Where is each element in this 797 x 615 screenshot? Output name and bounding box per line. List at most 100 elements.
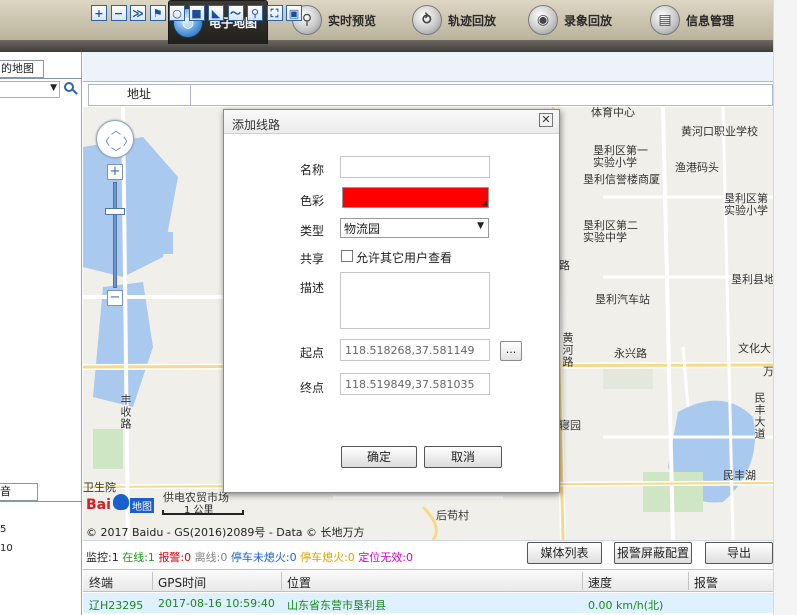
status-summary: 监控:1 在线:1 报警:0 离线:0 停车未熄火:0 停车熄火:0 定位无效:…	[86, 549, 413, 565]
tab-label: 轨迹回放	[448, 13, 497, 28]
color-label: 色彩	[300, 194, 325, 208]
divider	[688, 572, 689, 590]
map-label: 万	[763, 365, 773, 378]
map-toolbar	[83, 52, 773, 82]
map-label: 实验小学	[593, 156, 637, 169]
pick-point-button[interactable]: ...	[500, 341, 522, 361]
left-row-value: 10	[0, 543, 13, 554]
zoom-in-icon[interactable]: +	[91, 5, 107, 21]
map-label: 文化大	[738, 342, 771, 355]
flag-icon[interactable]: ⚑	[149, 5, 166, 21]
map-label: 卫生院	[83, 481, 116, 494]
cancel-button[interactable]: 取消	[424, 446, 502, 468]
close-icon[interactable]: ✕	[539, 113, 553, 127]
tab-video-playback[interactable]: ◉ 录象回放	[524, 3, 622, 37]
baidu-logo: Bai 地图	[86, 494, 158, 516]
search-icon[interactable]	[62, 80, 78, 98]
fullscreen-icon[interactable]: ⛶	[266, 5, 283, 21]
export-button[interactable]: 导出	[705, 542, 773, 564]
tab-realtime-preview[interactable]: ⚲ 实时预览	[288, 3, 386, 37]
confirm-button[interactable]: 确定	[341, 446, 417, 468]
stopped-engine-off-count: 停车熄火:0	[300, 551, 355, 564]
stopped-engine-on-count: 停车未熄火:0	[230, 551, 297, 564]
tab-info-management[interactable]: ▤ 信息管理	[646, 3, 744, 37]
left-panel-tab-2[interactable]: 音	[0, 483, 38, 501]
save-icon[interactable]: ▣	[286, 5, 302, 21]
map-label: 黄河路	[561, 332, 574, 368]
dialog-title: 添加线路	[232, 118, 281, 132]
start-point-label: 起点	[300, 346, 325, 360]
name-input[interactable]	[340, 156, 490, 178]
vertical-scrollbar[interactable]	[773, 0, 797, 615]
track-icon: ⥁	[412, 5, 442, 35]
chevron-right-icon[interactable]: 〉	[123, 133, 133, 148]
map-pan-control[interactable]: ︿ ﹀ 〈 〉	[96, 120, 134, 159]
column-header-speed[interactable]: 速度	[588, 574, 612, 591]
map-label: 渔港码头	[675, 161, 719, 174]
left-row-value: 5	[0, 524, 7, 535]
map-label: 垦利县地	[731, 273, 773, 286]
tab-label: 录象回放	[564, 13, 613, 28]
column-header-location[interactable]: 位置	[287, 574, 311, 591]
pan-icon[interactable]: ≫	[130, 5, 146, 21]
map-zoom-in-button[interactable]: +	[107, 164, 123, 180]
map-label: 民丰大道	[753, 392, 766, 440]
map-label: 垦利汽车站	[595, 293, 650, 306]
paw-icon	[113, 494, 129, 510]
divider	[0, 78, 82, 79]
chevron-up-icon[interactable]: ︿	[111, 122, 121, 137]
search-icon[interactable]: ⚲	[247, 5, 263, 21]
map-zoom-handle[interactable]	[105, 208, 125, 215]
polygon-icon[interactable]: ◣	[208, 5, 224, 21]
polyline-icon[interactable]: 〜	[227, 5, 244, 21]
left-panel-select[interactable]: ▼	[0, 81, 60, 98]
type-select[interactable]: 物流园 ▼	[340, 218, 489, 238]
chevron-down-icon[interactable]: ﹀	[111, 144, 121, 159]
divider	[0, 501, 82, 502]
tab-label: 信息管理	[686, 13, 735, 28]
end-point-label: 终点	[300, 381, 325, 395]
map-label: 后苟村	[436, 509, 469, 522]
name-label: 名称	[300, 163, 325, 177]
map-label: 垦利信誉楼商厦	[583, 173, 660, 186]
map-label: 黄河口职业学校	[681, 125, 758, 138]
share-label: 共享	[300, 252, 325, 266]
divider	[152, 572, 153, 590]
map-label: 丰收路	[119, 394, 132, 430]
type-selected-value: 物流园	[344, 222, 381, 236]
tab-track-playback[interactable]: ⥁ 轨迹回放	[408, 3, 506, 37]
chevron-down-icon: ▼	[477, 221, 484, 231]
column-header-gps-time[interactable]: GPS时间	[158, 574, 206, 591]
rectangle-icon[interactable]: ■	[188, 5, 205, 21]
color-picker[interactable]: ◢	[342, 187, 489, 208]
column-header-alarm[interactable]: 报警	[694, 574, 718, 591]
position-invalid-count: 定位无效:0	[358, 551, 414, 564]
info-icon: ▤	[650, 5, 680, 35]
address-label: 地址	[88, 84, 191, 106]
map-label: 永兴路	[614, 347, 647, 360]
circle-icon[interactable]: ○	[169, 5, 185, 21]
cell-speed: 0.00 km/h(北)	[588, 599, 664, 612]
zoom-out-icon[interactable]: −	[110, 5, 127, 21]
share-checkbox[interactable]	[341, 250, 353, 262]
alarm-count: 报警:0	[158, 551, 192, 564]
map-label: 实验中学	[583, 231, 627, 244]
map-zoom-out-button[interactable]: −	[107, 290, 123, 306]
end-point-input[interactable]	[340, 373, 490, 395]
left-panel	[0, 52, 82, 615]
cell-gps-time: 2017-08-16 10:59:40	[158, 597, 275, 610]
divider	[281, 572, 282, 590]
column-header-terminal[interactable]: 终端	[89, 574, 113, 591]
map-zoom-slider[interactable]	[113, 182, 117, 288]
start-point-input[interactable]	[340, 339, 490, 361]
chevron-left-icon[interactable]: 〈	[100, 133, 110, 148]
alarm-mask-config-button[interactable]: 报警屏蔽配置	[614, 542, 692, 564]
map-label: 体育中心	[591, 107, 635, 119]
top-nav-strip	[0, 40, 773, 52]
share-checkbox-label[interactable]: 允许其它用户查看	[356, 249, 452, 266]
description-textarea[interactable]	[340, 272, 490, 329]
description-label: 描述	[300, 281, 325, 295]
media-list-button[interactable]: 媒体列表	[527, 542, 602, 564]
left-panel-tab[interactable]: 的地图	[0, 60, 44, 78]
divider	[582, 572, 583, 590]
